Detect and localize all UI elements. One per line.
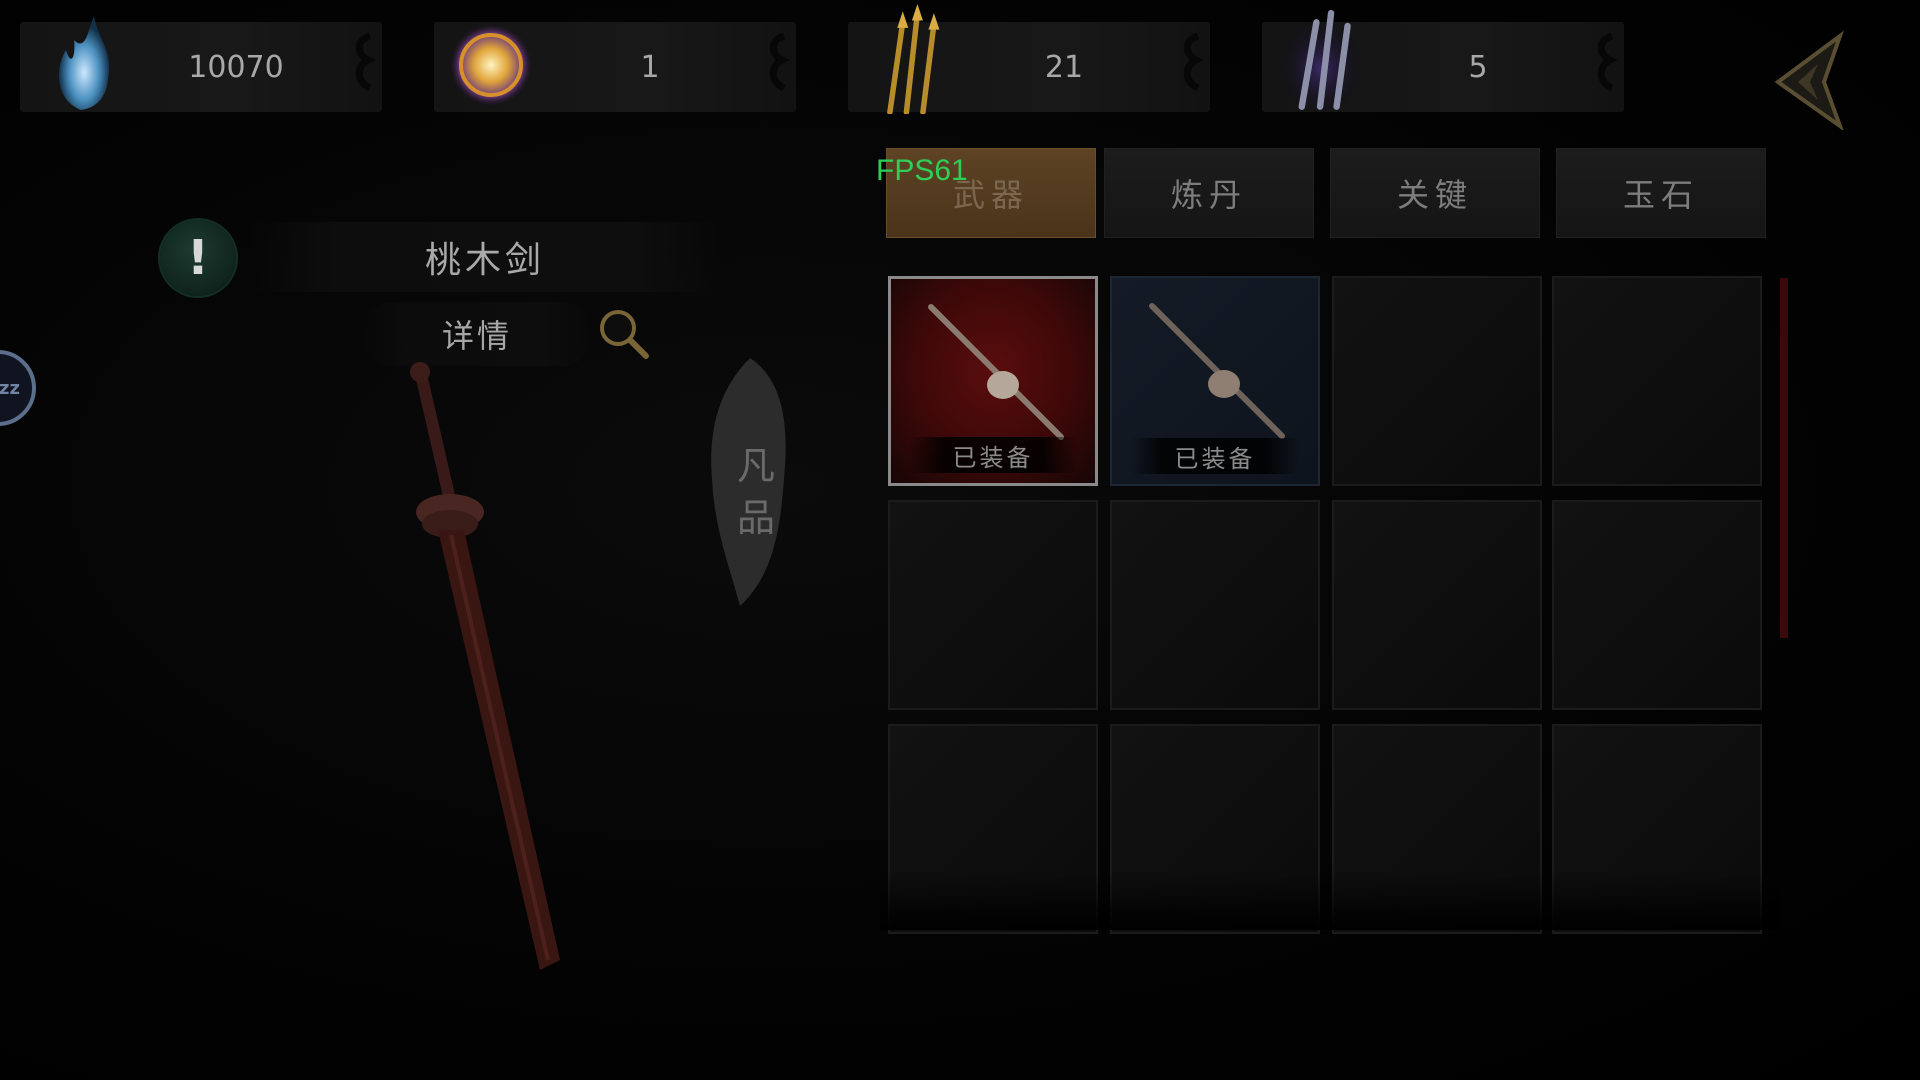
magnify-icon[interactable] bbox=[596, 306, 652, 362]
item-name-banner: 桃木剑 bbox=[250, 222, 720, 292]
inventory-slot[interactable] bbox=[1332, 276, 1542, 486]
inventory-slot[interactable] bbox=[1552, 500, 1762, 710]
scroll-ornament-icon bbox=[355, 32, 376, 92]
resource-arrows-value: 21 bbox=[1044, 49, 1084, 85]
side-menu-button[interactable]: zz bbox=[0, 350, 36, 426]
golden-arrows-icon bbox=[887, 4, 940, 114]
tab-alchemy[interactable]: 炼丹 bbox=[1104, 148, 1314, 238]
inventory-slot[interactable]: 已装备 bbox=[1110, 276, 1320, 486]
inventory-scrollbar-thumb[interactable] bbox=[1780, 278, 1788, 638]
item-name: 桃木剑 bbox=[424, 240, 545, 281]
resource-knives-value: 5 bbox=[1468, 49, 1488, 85]
detail-button-label: 详情 bbox=[441, 317, 512, 355]
detail-button[interactable]: 详情 bbox=[362, 302, 592, 366]
sword-icon bbox=[1149, 303, 1285, 439]
scroll-ornament-icon bbox=[1597, 32, 1618, 92]
scroll-ornament-icon bbox=[769, 32, 790, 92]
iron-knives-icon bbox=[1280, 9, 1362, 112]
inventory-slot[interactable] bbox=[1332, 500, 1542, 710]
back-button[interactable] bbox=[1768, 30, 1848, 130]
tab-alchemy-label: 炼丹 bbox=[1170, 176, 1247, 214]
alert-icon[interactable]: ! bbox=[160, 220, 236, 296]
item-grade: 凡品 bbox=[736, 444, 775, 540]
game-screen: 10070 1 21 5 zz ! 桃木剑 详情 凡 品 武器 炼丹 关键 玉石… bbox=[0, 0, 1920, 1080]
resource-orb-value: 1 bbox=[640, 49, 660, 85]
tab-jade-label: 玉石 bbox=[1622, 176, 1699, 214]
tab-key-items-label: 关键 bbox=[1396, 176, 1473, 214]
spirit-flame-icon bbox=[58, 16, 110, 110]
inventory-slot[interactable] bbox=[888, 500, 1098, 710]
equipped-label: 已装备 bbox=[1130, 438, 1300, 474]
inventory-slot[interactable] bbox=[1110, 500, 1320, 710]
peach-wood-sword-image bbox=[410, 362, 560, 970]
tab-jade[interactable]: 玉石 bbox=[1556, 148, 1766, 238]
fps-counter: FPS61 bbox=[876, 154, 968, 187]
sword-icon bbox=[928, 304, 1064, 440]
side-menu-label: zz bbox=[0, 377, 20, 399]
resource-spirit-value: 10070 bbox=[188, 49, 284, 85]
inventory-slot[interactable] bbox=[1552, 276, 1762, 486]
golden-orb-icon bbox=[449, 23, 533, 107]
grid-fade-overlay bbox=[880, 870, 1780, 930]
equipped-label: 已装备 bbox=[909, 437, 1077, 473]
scroll-ornament-icon bbox=[1183, 32, 1204, 92]
tab-key-items[interactable]: 关键 bbox=[1330, 148, 1540, 238]
inventory-slot[interactable]: 已装备 bbox=[888, 276, 1098, 486]
